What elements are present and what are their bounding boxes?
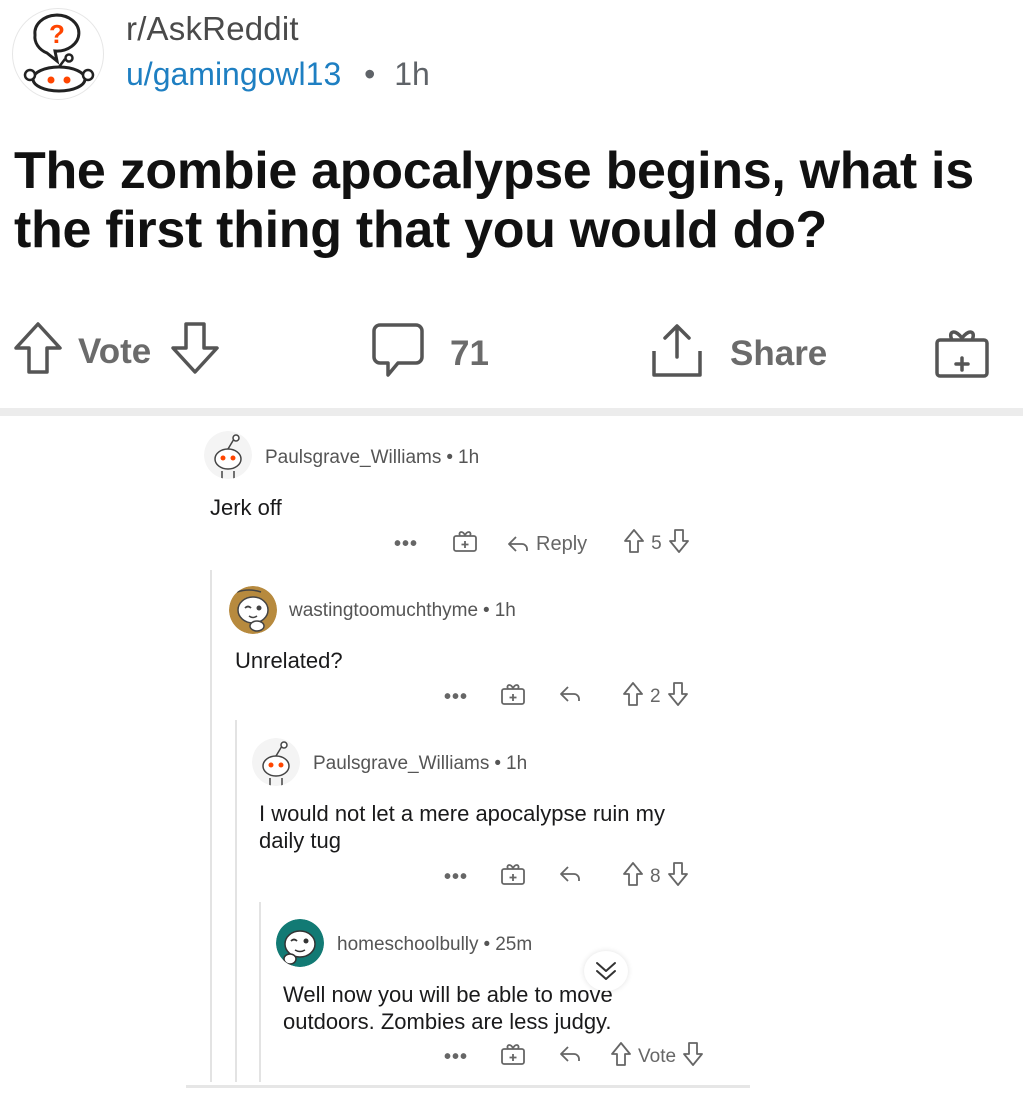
- comment-body: Unrelated?: [235, 648, 343, 673]
- subreddit-avatar[interactable]: ?: [12, 8, 104, 100]
- share-icon: [648, 321, 706, 388]
- arrow-down-icon[interactable]: [682, 1041, 704, 1073]
- comment-actions: ••• 2: [444, 681, 689, 713]
- gift-icon[interactable]: [500, 862, 526, 892]
- comment-username-line: Paulsgrave_Williams • 1h: [265, 447, 479, 469]
- post-author-line: u/gamingowl13 • 1h: [126, 56, 430, 93]
- arrow-up-icon[interactable]: [610, 1041, 632, 1073]
- meta-separator: •: [483, 600, 490, 621]
- comment-age: 1h: [458, 447, 480, 468]
- reply-button[interactable]: [558, 864, 582, 890]
- reply-arrow-icon: [508, 536, 528, 552]
- arrow-up-icon[interactable]: [622, 681, 644, 713]
- reply-button[interactable]: [558, 1044, 582, 1070]
- gift-icon: [932, 330, 992, 384]
- vote-label: Vote: [78, 332, 152, 371]
- thread-line[interactable]: [210, 570, 212, 1082]
- speech-bubble-icon: [370, 321, 426, 388]
- comment-age: 1h: [494, 600, 516, 621]
- more-options-button[interactable]: •••: [444, 866, 480, 889]
- comment-score: 5: [651, 533, 662, 554]
- comment-username[interactable]: homeschoolbully: [337, 934, 479, 955]
- reply-arrow-icon: [560, 686, 580, 702]
- meta-separator: •: [446, 447, 453, 468]
- more-options-button[interactable]: •••: [394, 533, 430, 556]
- arrow-down-icon[interactable]: [667, 861, 689, 893]
- comment-score: 2: [650, 686, 661, 707]
- more-options-button[interactable]: •••: [444, 686, 480, 709]
- reply-button[interactable]: [558, 684, 582, 710]
- comment-actions: ••• 8: [444, 861, 689, 893]
- comment-count: 71: [450, 334, 489, 373]
- avatar[interactable]: [204, 431, 252, 479]
- post-title: The zombie apocalypse begins, what is th…: [14, 142, 974, 259]
- comment-actions: ••• Reply 5: [394, 528, 690, 560]
- comment-username-line: wastingtoomuchthyme • 1h: [289, 600, 516, 622]
- comment-body: Well now you will be able to move outdoo…: [283, 982, 613, 1034]
- gift-icon[interactable]: [500, 1042, 526, 1072]
- section-divider: [0, 408, 1023, 416]
- comment-actions: ••• Vote: [444, 1041, 704, 1073]
- comment-score: 8: [650, 866, 661, 887]
- comment-username-line: homeschoolbully • 25m: [337, 934, 532, 956]
- comment-age: 1h: [506, 753, 528, 774]
- subreddit-name[interactable]: r/AskReddit: [126, 10, 299, 48]
- arrow-up-icon[interactable]: [12, 320, 64, 385]
- reply-label: Reply: [536, 532, 588, 555]
- arrow-down-icon[interactable]: [667, 681, 689, 713]
- avatar[interactable]: [229, 586, 277, 634]
- avatar[interactable]: [276, 919, 324, 967]
- comment-age: 25m: [495, 934, 533, 955]
- reply-arrow-icon: [560, 1046, 580, 1062]
- comment-username-line: Paulsgrave_Williams • 1h: [313, 753, 527, 775]
- svg-text:?: ?: [49, 19, 65, 49]
- arrow-up-icon[interactable]: [623, 528, 645, 560]
- reply-arrow-icon: [560, 866, 580, 882]
- avatar[interactable]: [252, 738, 300, 786]
- post-author[interactable]: u/gamingowl13: [126, 56, 341, 92]
- double-chevron-down-icon: [596, 962, 616, 980]
- share-button[interactable]: Share: [648, 322, 827, 386]
- award-button[interactable]: [932, 324, 992, 385]
- share-label: Share: [730, 334, 828, 373]
- gift-icon[interactable]: [452, 529, 478, 559]
- question-snoo-icon: ?: [23, 13, 95, 93]
- comment-score: Vote: [638, 1046, 677, 1067]
- thread-line[interactable]: [259, 902, 261, 1082]
- meta-separator: •: [364, 56, 376, 92]
- comment-username[interactable]: Paulsgrave_Williams: [265, 447, 441, 468]
- arrow-down-icon[interactable]: [169, 320, 221, 385]
- thread-line[interactable]: [235, 720, 237, 1082]
- post-age: 1h: [394, 56, 430, 92]
- comment-username[interactable]: wastingtoomuchthyme: [289, 600, 478, 621]
- comment-body: I would not let a mere apocalypse ruin m…: [259, 801, 665, 853]
- gift-icon[interactable]: [500, 682, 526, 712]
- collapse-thread-button[interactable]: [584, 951, 628, 991]
- comment-username[interactable]: Paulsgrave_Williams: [313, 753, 489, 774]
- meta-separator: •: [483, 934, 491, 955]
- comments-button[interactable]: 71: [370, 322, 489, 386]
- arrow-down-icon[interactable]: [668, 528, 690, 560]
- arrow-up-icon[interactable]: [622, 861, 644, 893]
- more-options-button[interactable]: •••: [444, 1046, 480, 1069]
- meta-separator: •: [494, 753, 501, 774]
- reply-button[interactable]: Reply: [506, 533, 587, 556]
- vote-bar: Vote: [12, 320, 221, 384]
- comment-body: Jerk off: [210, 495, 282, 520]
